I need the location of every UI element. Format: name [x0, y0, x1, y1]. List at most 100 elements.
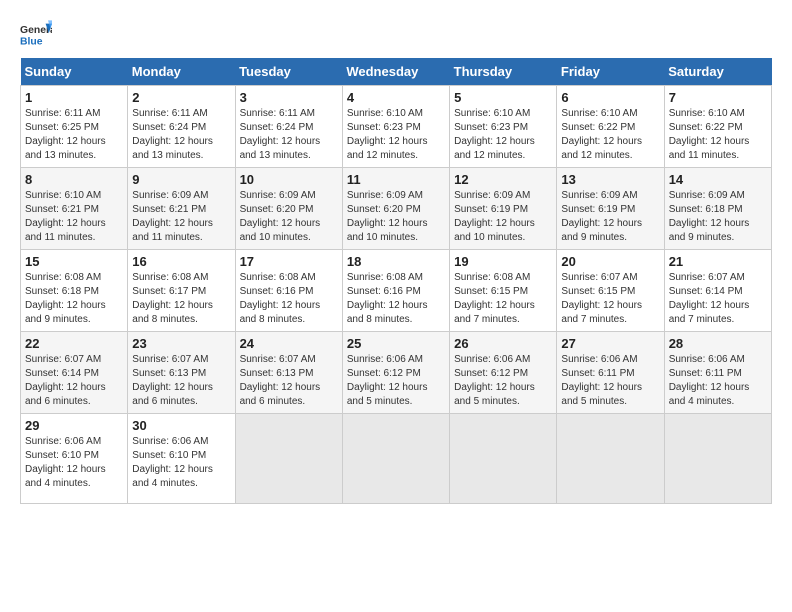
calendar-cell: 13 Sunrise: 6:09 AM Sunset: 6:19 PM Dayl… — [557, 168, 664, 250]
week-row: 15 Sunrise: 6:08 AM Sunset: 6:18 PM Dayl… — [21, 250, 772, 332]
calendar-cell: 25 Sunrise: 6:06 AM Sunset: 6:12 PM Dayl… — [342, 332, 449, 414]
day-info: Sunrise: 6:06 AM Sunset: 6:10 PM Dayligh… — [132, 435, 230, 491]
day-info: Sunrise: 6:10 AM Sunset: 6:23 PM Dayligh… — [347, 107, 445, 163]
page-header: General Blue — [20, 20, 772, 48]
day-number: 25 — [347, 336, 445, 351]
day-number: 10 — [240, 172, 338, 187]
calendar-cell: 2 Sunrise: 6:11 AM Sunset: 6:24 PM Dayli… — [128, 86, 235, 168]
calendar-cell: 9 Sunrise: 6:09 AM Sunset: 6:21 PM Dayli… — [128, 168, 235, 250]
day-info: Sunrise: 6:09 AM Sunset: 6:20 PM Dayligh… — [347, 189, 445, 245]
day-number: 9 — [132, 172, 230, 187]
day-info: Sunrise: 6:08 AM Sunset: 6:17 PM Dayligh… — [132, 271, 230, 327]
calendar-cell: 20 Sunrise: 6:07 AM Sunset: 6:15 PM Dayl… — [557, 250, 664, 332]
day-number: 6 — [561, 90, 659, 105]
header-row: SundayMondayTuesdayWednesdayThursdayFrid… — [21, 58, 772, 86]
calendar-cell: 12 Sunrise: 6:09 AM Sunset: 6:19 PM Dayl… — [450, 168, 557, 250]
calendar-cell — [450, 414, 557, 504]
day-info: Sunrise: 6:07 AM Sunset: 6:13 PM Dayligh… — [240, 353, 338, 409]
week-row: 29 Sunrise: 6:06 AM Sunset: 6:10 PM Dayl… — [21, 414, 772, 504]
day-number: 8 — [25, 172, 123, 187]
calendar-cell: 21 Sunrise: 6:07 AM Sunset: 6:14 PM Dayl… — [664, 250, 771, 332]
day-info: Sunrise: 6:07 AM Sunset: 6:15 PM Dayligh… — [561, 271, 659, 327]
week-row: 22 Sunrise: 6:07 AM Sunset: 6:14 PM Dayl… — [21, 332, 772, 414]
day-number: 23 — [132, 336, 230, 351]
calendar-cell: 11 Sunrise: 6:09 AM Sunset: 6:20 PM Dayl… — [342, 168, 449, 250]
calendar-cell: 1 Sunrise: 6:11 AM Sunset: 6:25 PM Dayli… — [21, 86, 128, 168]
day-number: 7 — [669, 90, 767, 105]
day-info: Sunrise: 6:07 AM Sunset: 6:13 PM Dayligh… — [132, 353, 230, 409]
calendar-cell: 17 Sunrise: 6:08 AM Sunset: 6:16 PM Dayl… — [235, 250, 342, 332]
day-info: Sunrise: 6:07 AM Sunset: 6:14 PM Dayligh… — [25, 353, 123, 409]
day-info: Sunrise: 6:06 AM Sunset: 6:10 PM Dayligh… — [25, 435, 123, 491]
day-info: Sunrise: 6:06 AM Sunset: 6:12 PM Dayligh… — [347, 353, 445, 409]
day-info: Sunrise: 6:08 AM Sunset: 6:16 PM Dayligh… — [347, 271, 445, 327]
calendar-cell: 19 Sunrise: 6:08 AM Sunset: 6:15 PM Dayl… — [450, 250, 557, 332]
day-info: Sunrise: 6:11 AM Sunset: 6:24 PM Dayligh… — [240, 107, 338, 163]
day-number: 1 — [25, 90, 123, 105]
day-number: 24 — [240, 336, 338, 351]
calendar-cell — [557, 414, 664, 504]
day-info: Sunrise: 6:10 AM Sunset: 6:21 PM Dayligh… — [25, 189, 123, 245]
calendar-cell: 15 Sunrise: 6:08 AM Sunset: 6:18 PM Dayl… — [21, 250, 128, 332]
calendar-cell: 27 Sunrise: 6:06 AM Sunset: 6:11 PM Dayl… — [557, 332, 664, 414]
day-number: 26 — [454, 336, 552, 351]
day-number: 21 — [669, 254, 767, 269]
day-info: Sunrise: 6:06 AM Sunset: 6:11 PM Dayligh… — [669, 353, 767, 409]
day-number: 19 — [454, 254, 552, 269]
calendar-cell: 23 Sunrise: 6:07 AM Sunset: 6:13 PM Dayl… — [128, 332, 235, 414]
day-number: 5 — [454, 90, 552, 105]
col-header-friday: Friday — [557, 58, 664, 86]
day-info: Sunrise: 6:08 AM Sunset: 6:18 PM Dayligh… — [25, 271, 123, 327]
calendar-cell: 28 Sunrise: 6:06 AM Sunset: 6:11 PM Dayl… — [664, 332, 771, 414]
day-number: 18 — [347, 254, 445, 269]
day-number: 11 — [347, 172, 445, 187]
day-number: 17 — [240, 254, 338, 269]
calendar-cell: 5 Sunrise: 6:10 AM Sunset: 6:23 PM Dayli… — [450, 86, 557, 168]
col-header-saturday: Saturday — [664, 58, 771, 86]
day-number: 27 — [561, 336, 659, 351]
day-number: 12 — [454, 172, 552, 187]
day-number: 30 — [132, 418, 230, 433]
calendar-cell: 26 Sunrise: 6:06 AM Sunset: 6:12 PM Dayl… — [450, 332, 557, 414]
day-info: Sunrise: 6:07 AM Sunset: 6:14 PM Dayligh… — [669, 271, 767, 327]
calendar-cell: 10 Sunrise: 6:09 AM Sunset: 6:20 PM Dayl… — [235, 168, 342, 250]
svg-text:Blue: Blue — [20, 36, 43, 47]
day-info: Sunrise: 6:10 AM Sunset: 6:22 PM Dayligh… — [669, 107, 767, 163]
calendar-cell — [664, 414, 771, 504]
calendar-cell: 7 Sunrise: 6:10 AM Sunset: 6:22 PM Dayli… — [664, 86, 771, 168]
week-row: 1 Sunrise: 6:11 AM Sunset: 6:25 PM Dayli… — [21, 86, 772, 168]
calendar-cell: 29 Sunrise: 6:06 AM Sunset: 6:10 PM Dayl… — [21, 414, 128, 504]
day-info: Sunrise: 6:10 AM Sunset: 6:23 PM Dayligh… — [454, 107, 552, 163]
calendar-cell — [342, 414, 449, 504]
day-number: 2 — [132, 90, 230, 105]
calendar-cell: 30 Sunrise: 6:06 AM Sunset: 6:10 PM Dayl… — [128, 414, 235, 504]
day-info: Sunrise: 6:09 AM Sunset: 6:21 PM Dayligh… — [132, 189, 230, 245]
calendar-cell: 24 Sunrise: 6:07 AM Sunset: 6:13 PM Dayl… — [235, 332, 342, 414]
calendar-cell: 14 Sunrise: 6:09 AM Sunset: 6:18 PM Dayl… — [664, 168, 771, 250]
day-info: Sunrise: 6:09 AM Sunset: 6:19 PM Dayligh… — [561, 189, 659, 245]
day-number: 3 — [240, 90, 338, 105]
col-header-monday: Monday — [128, 58, 235, 86]
day-number: 29 — [25, 418, 123, 433]
calendar-cell: 16 Sunrise: 6:08 AM Sunset: 6:17 PM Dayl… — [128, 250, 235, 332]
col-header-sunday: Sunday — [21, 58, 128, 86]
logo: General Blue — [20, 20, 56, 48]
day-info: Sunrise: 6:11 AM Sunset: 6:24 PM Dayligh… — [132, 107, 230, 163]
day-number: 4 — [347, 90, 445, 105]
day-number: 15 — [25, 254, 123, 269]
day-info: Sunrise: 6:06 AM Sunset: 6:12 PM Dayligh… — [454, 353, 552, 409]
day-info: Sunrise: 6:08 AM Sunset: 6:16 PM Dayligh… — [240, 271, 338, 327]
day-number: 20 — [561, 254, 659, 269]
col-header-tuesday: Tuesday — [235, 58, 342, 86]
day-info: Sunrise: 6:06 AM Sunset: 6:11 PM Dayligh… — [561, 353, 659, 409]
day-number: 14 — [669, 172, 767, 187]
day-info: Sunrise: 6:08 AM Sunset: 6:15 PM Dayligh… — [454, 271, 552, 327]
calendar-cell: 3 Sunrise: 6:11 AM Sunset: 6:24 PM Dayli… — [235, 86, 342, 168]
day-info: Sunrise: 6:10 AM Sunset: 6:22 PM Dayligh… — [561, 107, 659, 163]
week-row: 8 Sunrise: 6:10 AM Sunset: 6:21 PM Dayli… — [21, 168, 772, 250]
day-number: 16 — [132, 254, 230, 269]
day-number: 22 — [25, 336, 123, 351]
day-info: Sunrise: 6:11 AM Sunset: 6:25 PM Dayligh… — [25, 107, 123, 163]
day-info: Sunrise: 6:09 AM Sunset: 6:19 PM Dayligh… — [454, 189, 552, 245]
calendar-cell: 22 Sunrise: 6:07 AM Sunset: 6:14 PM Dayl… — [21, 332, 128, 414]
